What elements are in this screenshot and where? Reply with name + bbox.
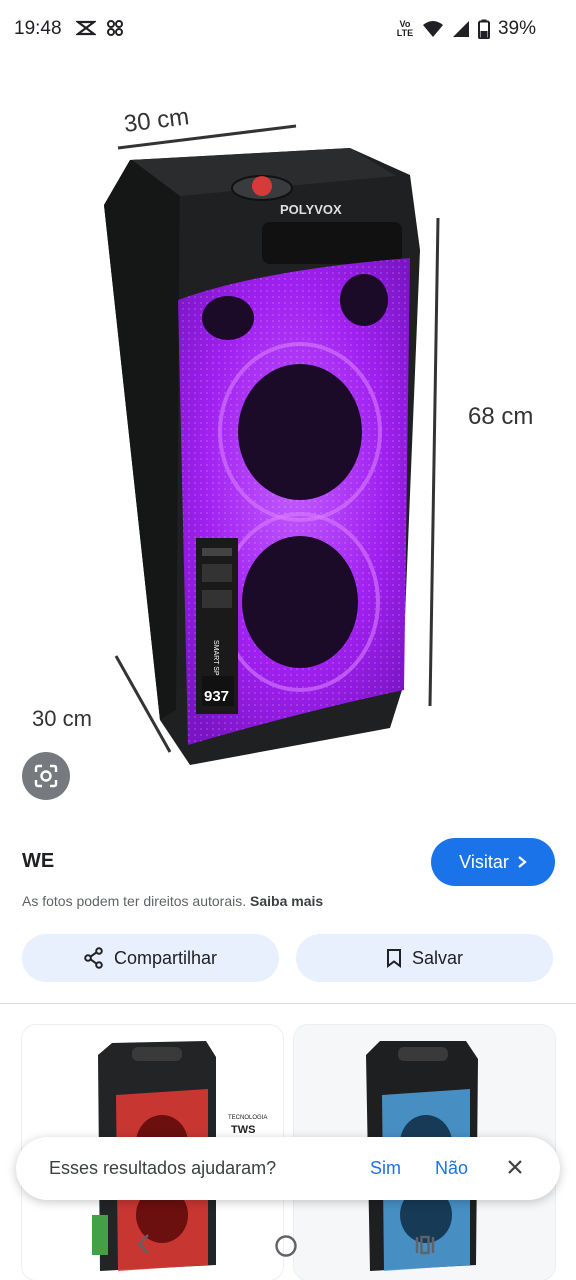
save-button[interactable]: Salvar <box>296 934 553 982</box>
feedback-yes-button[interactable]: Sim <box>370 1158 401 1179</box>
product-image[interactable]: 30 cm 68 cm 30 cm POLYVOX SMART SPEAKER <box>0 60 576 810</box>
app-grid-icon <box>107 20 123 36</box>
wifi-icon <box>422 21 443 37</box>
close-icon[interactable] <box>505 1157 525 1177</box>
status-bar: 19:48 Vo LTE 39% <box>0 0 576 60</box>
feedback-bar: Esses resultados ajudaram? Sim Não <box>16 1137 560 1200</box>
box-label-number: 937 <box>204 688 229 705</box>
source-name[interactable]: WE <box>22 850 54 873</box>
battery-icon <box>477 19 490 39</box>
feedback-no-button[interactable]: Não <box>435 1158 468 1179</box>
tech-label: TECNOLOGIA <box>228 1115 267 1121</box>
back-icon[interactable] <box>134 1232 154 1256</box>
depth-dimension-label: 30 cm <box>32 706 92 731</box>
save-label: Salvar <box>411 947 464 968</box>
visit-button[interactable]: Visitar <box>431 838 555 886</box>
bookmark-icon <box>386 949 401 968</box>
tws-badge: TWS <box>231 1124 255 1136</box>
visit-label: Visitar <box>459 851 509 872</box>
share-button[interactable]: Compartilhar <box>22 934 279 982</box>
chevron-right-icon <box>518 856 527 868</box>
signal-icon <box>452 21 469 37</box>
divider <box>0 1003 576 1004</box>
learn-more-link[interactable]: Saiba mais <box>250 893 323 909</box>
share-icon <box>84 947 103 969</box>
brand-logo: POLYVOX <box>280 202 342 217</box>
feedback-question: Esses resultados ajudaram? <box>49 1158 277 1178</box>
status-time: 19:48 <box>14 18 62 39</box>
home-icon[interactable] <box>274 1234 298 1258</box>
system-navigation-bar <box>0 1210 576 1280</box>
width-dimension-label: 30 cm <box>122 103 190 138</box>
copyright-notice: As fotos podem ter direitos autorais. Sa… <box>22 893 323 909</box>
share-label: Compartilhar <box>113 947 218 968</box>
battery-percent: 39% <box>497 18 536 39</box>
capcut-icon <box>76 20 96 36</box>
lens-icon <box>34 764 58 788</box>
recent-apps-icon[interactable] <box>414 1234 436 1256</box>
copyright-text: As fotos podem ter direitos autorais. <box>22 893 247 909</box>
speaker-illustration: 30 cm 68 cm 30 cm POLYVOX SMART SPEAKER <box>32 103 533 765</box>
height-dimension-label: 68 cm <box>468 403 533 430</box>
volte-indicator: Vo LTE <box>396 19 414 38</box>
lens-search-button[interactable] <box>22 752 70 800</box>
